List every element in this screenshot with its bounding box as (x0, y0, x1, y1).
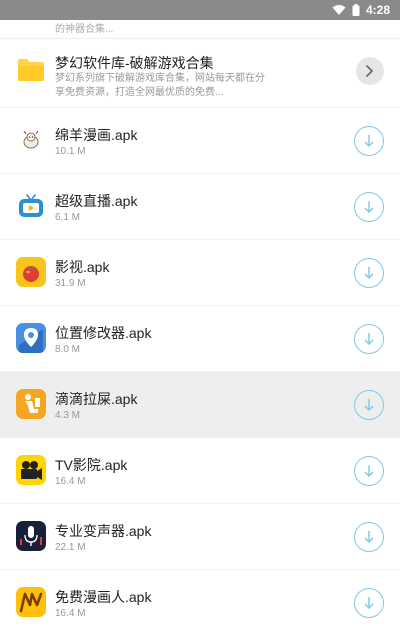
app-size: 6.1 M (55, 212, 81, 223)
location-pin-icon (16, 323, 46, 353)
app-size: 10.1 M (55, 146, 86, 157)
download-button[interactable] (354, 324, 384, 354)
app-size: 8.0 M (55, 344, 81, 355)
status-bar: 4:28 (0, 0, 400, 20)
download-button[interactable] (354, 588, 384, 618)
download-icon (364, 267, 374, 279)
app-size: 31.9 M (55, 278, 86, 289)
folder-description: 梦幻系列旗下破解游戏库合集，网站每天都在分享免费资源，打造全网最优质的免费... (55, 73, 265, 98)
tv-live-icon (16, 191, 46, 221)
list-item[interactable]: 绵羊漫画.apk 10.1 M (0, 107, 400, 173)
sheep-comic-icon (16, 125, 46, 155)
download-button[interactable] (354, 192, 384, 222)
list-item[interactable]: 滴滴拉屎.apk 4.3 M (0, 371, 400, 437)
download-icon (364, 135, 374, 147)
app-size: 16.4 M (55, 476, 86, 487)
app-name: 影视.apk (55, 259, 110, 275)
list-item[interactable]: 位置修改器.apk 8.0 M (0, 305, 400, 371)
download-icon (364, 399, 374, 411)
list-item[interactable]: 专业变声器.apk 22.1 M (0, 503, 400, 569)
toilet-figure-icon (16, 389, 46, 419)
status-time: 4:28 (365, 3, 390, 17)
download-icon (364, 333, 374, 345)
previous-item-description: 的神器合集... (55, 24, 114, 35)
download-icon (364, 531, 374, 543)
chevron-right-icon (366, 65, 373, 77)
manga-m-icon (16, 587, 46, 617)
app-name: 免费漫画人.apk (55, 589, 152, 605)
film-camera-icon (16, 455, 46, 485)
app-name: TV影院.apk (55, 457, 128, 473)
app-size: 4.3 M (55, 410, 81, 421)
download-button[interactable] (354, 390, 384, 420)
folder-title: 梦幻软件库-破解游戏合集 (55, 55, 214, 71)
download-button[interactable] (354, 258, 384, 288)
battery-icon (352, 4, 360, 16)
app-name: 滴滴拉屎.apk (55, 391, 138, 407)
app-name: 专业变声器.apk (55, 523, 152, 539)
list-item[interactable]: TV影院.apk 16.4 M (0, 437, 400, 503)
download-button[interactable] (354, 456, 384, 486)
download-button[interactable] (354, 126, 384, 156)
microphone-icon (16, 521, 46, 551)
folder-row[interactable]: 梦幻软件库-破解游戏合集 梦幻系列旗下破解游戏库合集，网站每天都在分享免费资源，… (0, 39, 400, 107)
app-size: 16.4 M (55, 608, 86, 619)
list-item[interactable]: 影视.apk 31.9 M (0, 239, 400, 305)
wifi-icon (332, 5, 346, 15)
download-icon (364, 465, 374, 477)
download-icon (364, 597, 374, 609)
list-item[interactable]: 免费漫画人.apk 16.4 M (0, 569, 400, 635)
open-folder-button[interactable] (356, 57, 384, 85)
app-size: 22.1 M (55, 542, 86, 553)
download-icon (364, 201, 374, 213)
app-name: 超级直播.apk (55, 193, 138, 209)
download-button[interactable] (354, 522, 384, 552)
app-name: 绵羊漫画.apk (55, 127, 138, 143)
app-name: 位置修改器.apk (55, 325, 152, 341)
list-item[interactable]: 超级直播.apk 6.1 M (0, 173, 400, 239)
tomato-video-icon (16, 257, 46, 287)
folder-icon (18, 59, 44, 81)
